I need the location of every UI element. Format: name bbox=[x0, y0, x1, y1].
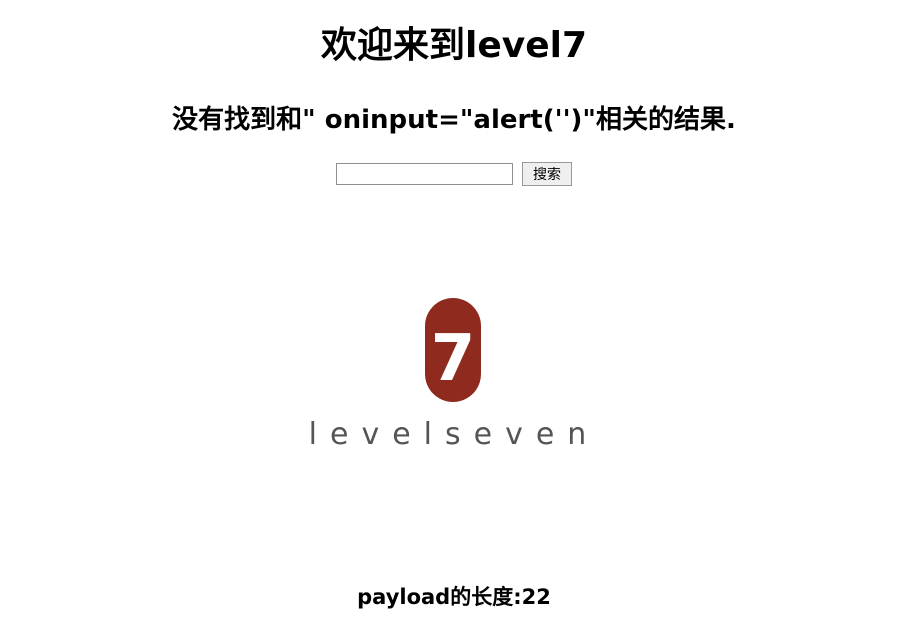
search-form: 搜索 bbox=[0, 162, 908, 186]
page: 欢迎来到level7 没有找到和" oninput="alert('')"相关的… bbox=[0, 0, 908, 617]
page-title: 欢迎来到level7 bbox=[320, 25, 588, 66]
logo-badge-number: 7 bbox=[431, 322, 476, 396]
search-input[interactable] bbox=[335, 163, 513, 185]
logo-wordmark: levelseven bbox=[309, 417, 600, 448]
levelseven-logo: 7 levelseven bbox=[309, 298, 600, 448]
search-result-message: 没有找到和" oninput="alert('')"相关的结果. bbox=[172, 105, 736, 135]
payload-length: payload的长度:22 bbox=[357, 585, 551, 609]
search-button[interactable]: 搜索 bbox=[522, 162, 573, 186]
